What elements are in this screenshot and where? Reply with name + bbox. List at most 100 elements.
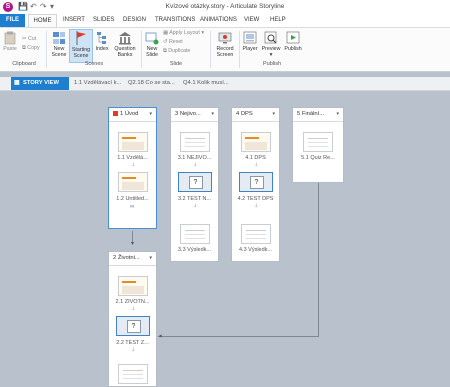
tab-insert[interactable]: INSERT (63, 14, 85, 27)
tab-home[interactable]: HOME (28, 14, 57, 27)
starting-scene-button[interactable]: Starting Scene (69, 29, 93, 63)
tab-design[interactable]: DESIGN (123, 14, 146, 27)
reset-icon: ↺ (163, 39, 168, 45)
slide-thumbnail[interactable] (179, 132, 210, 152)
tab-animations[interactable]: ANIMATIONS (200, 14, 237, 27)
clipboard-group-label: Clipboard (12, 61, 36, 67)
window-title: Kvízové otázky.story - Articulate Storyl… (165, 3, 285, 10)
scene-header: 2 Životni... ▾ (109, 252, 156, 266)
connector-arrow: ▾ (130, 241, 134, 247)
quiz-slide-thumbnail[interactable] (115, 316, 150, 336)
apply-layout-button[interactable]: ▦ Apply Layout ▾ (163, 30, 204, 37)
cut-button[interactable]: ✂ Cut (22, 36, 36, 43)
scene-title: 3 Nejivo... (175, 111, 201, 117)
duplicate-icon: ⧉ (163, 48, 167, 54)
slide-thumbnail[interactable] (117, 132, 148, 152)
scene-header: 3 Nejivo... ▾ (171, 108, 218, 122)
ribbon-divider (210, 31, 211, 68)
tab-transitions[interactable]: TRANSITIONS (155, 14, 195, 27)
preview-button[interactable]: Preview ▾ (260, 31, 282, 58)
arrow-down-icon: ↓ (193, 162, 197, 168)
record-screen-label: Record Screen (216, 46, 234, 58)
new-scene-icon (53, 32, 65, 44)
scene-card-4[interactable]: 4 DPS ▾ 4.1 DPS ↓ 4.2 TEST DPS ↓ 4.3 Výsl… (231, 107, 280, 262)
paste-button[interactable]: Paste (3, 31, 17, 52)
cut-label: Cut (27, 36, 37, 42)
chevron-down-icon[interactable]: ▾ (149, 252, 152, 265)
tab-help[interactable]: HELP (270, 14, 286, 27)
slide-thumbnail[interactable] (117, 172, 148, 192)
ribbon-tabs: FILE HOME INSERT SLIDES DESIGN TRANSITIO… (0, 14, 450, 27)
tab-slide-1-1[interactable]: 1.1 Vzdělávací k... (74, 77, 121, 90)
duplicate-button[interactable]: ⧉ Duplicate (163, 48, 190, 55)
arrow-down-icon: ↓ (131, 306, 135, 312)
scene-title: 2 Životni... (113, 255, 140, 261)
index-icon (97, 32, 106, 44)
paste-label: Paste (3, 46, 17, 52)
chevron-down-icon[interactable]: ▾ (149, 108, 152, 121)
story-canvas[interactable]: ▾ ▾ 1 Úvod ▾ 1.1 Vzdělá... ↓ 1.2 Untitled… (0, 91, 450, 387)
chevron-down-icon[interactable]: ▾ (211, 108, 214, 121)
tab-slides[interactable]: SLIDES (93, 14, 114, 27)
scene-card-3[interactable]: 3 Nejivo... ▾ 3.1 NEJIVO... ↓ 3.2 TEST N.… (170, 107, 219, 262)
chevron-down-icon[interactable]: ▾ (272, 108, 275, 121)
tab-slide-q4-1[interactable]: Q4.1 Kolik musí... (183, 77, 229, 90)
slide-label: 1.1 Vzdělá... (117, 155, 148, 161)
tab-view[interactable]: VIEW (244, 14, 259, 27)
player-button[interactable]: Player (241, 31, 259, 52)
slide-group-label: Slide (169, 61, 183, 67)
publish-group-label: Publish (262, 61, 282, 67)
scene-card-2[interactable]: 2 Životni... ▾ 2.1 ŽIVOTN... ↓ 2.2 TEST Ž… (108, 251, 157, 387)
story-view-icon: ▦ (14, 80, 20, 86)
slide-thumbnail[interactable] (240, 132, 271, 152)
story-view-tab[interactable]: ▦ STORY VIEW (11, 77, 69, 90)
tab-file[interactable]: FILE (0, 14, 25, 27)
ribbon-divider (141, 31, 142, 68)
tab-slide-q2-18[interactable]: Q2.18 Co se sta... (128, 77, 175, 90)
question-banks-label: Question Banks (114, 46, 136, 58)
new-scene-button[interactable]: New Scene (49, 31, 69, 58)
slide-thumbnail[interactable] (240, 224, 271, 244)
flag-icon (76, 31, 86, 45)
chevron-down-icon[interactable]: ▾ (336, 108, 339, 121)
title-bar: S 💾 ↶ ↷ ▾ Kvízové otázky.story - Articul… (0, 0, 450, 14)
slide-label: 4.1 DPS (245, 155, 266, 161)
new-slide-button[interactable]: New Slide (143, 31, 161, 58)
new-slide-icon (145, 32, 159, 45)
arrow-down-icon: ↓ (193, 203, 197, 209)
new-scene-label: New Scene (51, 46, 67, 58)
scene-title: 5 Finální... (297, 111, 325, 117)
apply-layout-label: Apply Layout (169, 30, 200, 36)
scene-title: 4 DPS (236, 111, 253, 117)
publish-button[interactable]: Publish (283, 31, 303, 52)
slide-label: 5.1 Quiz Re... (301, 155, 335, 161)
index-button[interactable]: Index (94, 31, 110, 52)
scene-title: 1 Úvod (120, 111, 139, 117)
scene-header: 5 Finální... ▾ (293, 108, 343, 122)
slide-thumbnail[interactable] (179, 224, 210, 244)
question-banks-button[interactable]: Question Banks (112, 31, 138, 58)
record-screen-button[interactable]: Record Screen (213, 31, 237, 58)
slide-thumbnail[interactable] (303, 132, 333, 152)
scene-card-1[interactable]: 1 Úvod ▾ 1.1 Vzdělá... ↓ 1.2 Untitled... … (108, 107, 157, 229)
scene-header: 1 Úvod ▾ (109, 108, 156, 122)
quiz-slide-thumbnail[interactable] (177, 172, 212, 192)
copy-button[interactable]: ⧉ Copy (22, 45, 40, 52)
publish-icon (286, 31, 300, 44)
player-label: Player (242, 46, 258, 52)
paste-icon (4, 31, 16, 45)
ribbon-divider (46, 31, 47, 68)
slide-label: 2.1 ŽIVOTN... (115, 299, 150, 305)
scene-card-5[interactable]: 5 Finální... ▾ 5.1 Quiz Re... (292, 107, 344, 183)
slide-thumbnail[interactable] (117, 364, 148, 384)
ribbon-divider (239, 31, 240, 68)
arrow-down-icon: ↓ (131, 347, 135, 353)
reset-button[interactable]: ↺ Reset (163, 39, 183, 46)
connector-line (318, 181, 319, 336)
scene-header: 4 DPS ▾ (232, 108, 279, 122)
ribbon: Paste ✂ Cut ⧉ Copy Clipboard New Scene S… (0, 27, 450, 72)
cut-icon: ✂ (22, 36, 27, 42)
slide-label: 3.1 NEJIVO... (177, 155, 212, 161)
slide-thumbnail[interactable] (117, 276, 148, 296)
quiz-slide-thumbnail[interactable] (238, 172, 273, 192)
